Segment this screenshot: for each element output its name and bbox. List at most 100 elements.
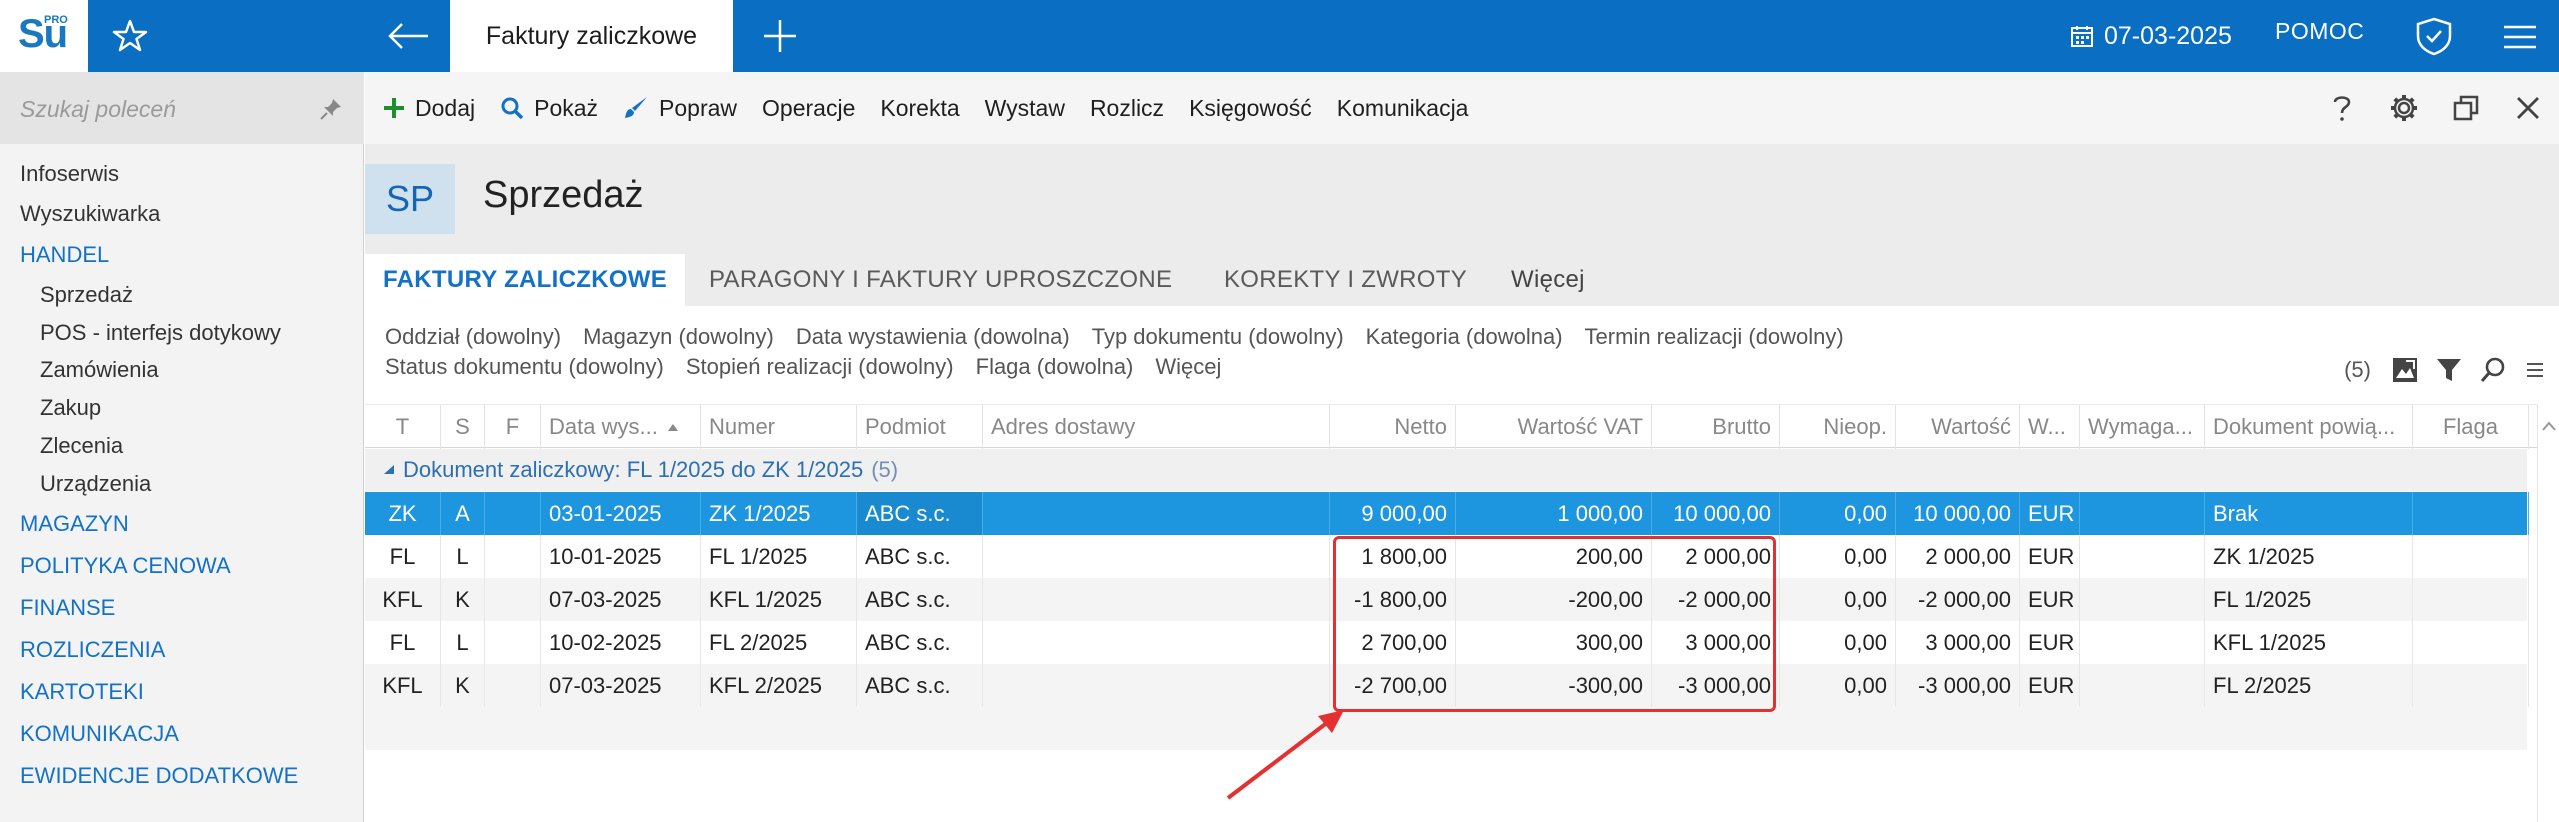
sidebar-item-komunikacja[interactable]: KOMUNIKACJA: [0, 713, 364, 755]
table-row[interactable]: KFL K 07-03-2025 KFL 2/2025 ABC s.c. -2 700,0…: [365, 664, 2529, 707]
issue-menu[interactable]: Wystaw: [985, 95, 1065, 122]
header-col-flag[interactable]: Flaga: [2413, 405, 2529, 449]
scroll-up-icon[interactable]: [2538, 404, 2559, 444]
filter-row1-4[interactable]: Kategoria (dowolna): [1366, 324, 1563, 350]
table-row[interactable]: FL L 10-02-2025 FL 2/2025 ABC s.c. 2 700,00 30…: [365, 621, 2529, 664]
header-col-s[interactable]: S: [441, 405, 485, 449]
col-currency-label: W...: [2028, 414, 2066, 439]
empty-row: [365, 750, 2527, 793]
filter-funnel-icon[interactable]: [2435, 356, 2463, 384]
group-label: Dokument zaliczkowy: FL 1/2025 do ZK 1/2…: [403, 457, 864, 482]
cell-vat: -200,00: [1456, 578, 1652, 621]
column-menu-icon[interactable]: [2523, 356, 2547, 384]
back-arrow-icon[interactable]: [380, 14, 440, 58]
header-col-number[interactable]: Numer: [701, 405, 857, 449]
close-icon[interactable]: [2497, 86, 2559, 130]
sidebar-item-polityka-cenowa[interactable]: POLITYKA CENOWA: [0, 545, 364, 587]
header-col-party[interactable]: Podmiot: [857, 405, 983, 449]
cell-number: KFL 1/2025: [701, 578, 857, 621]
settle-menu[interactable]: Rozlicz: [1090, 95, 1164, 122]
sidebar-item-kartoteki[interactable]: KARTOTEKI: [0, 671, 364, 713]
favorites-star-icon[interactable]: [100, 14, 160, 58]
pin-icon[interactable]: [318, 96, 344, 122]
sidebar-item-ewidencje-dodatkowe[interactable]: EWIDENCJE DODATKOWE: [0, 755, 364, 797]
tab-korekty[interactable]: KOREKTY I ZWROTY: [1224, 254, 1467, 306]
header-col-vat[interactable]: Wartość VAT: [1456, 405, 1652, 449]
communication-menu[interactable]: Komunikacja: [1337, 95, 1469, 122]
new-tab-plus-icon[interactable]: [750, 12, 810, 60]
cell-vat: 300,00: [1456, 621, 1652, 664]
show-button[interactable]: Pokaż: [500, 95, 598, 122]
filter-row1-5[interactable]: Termin realizacji (dowolny): [1585, 324, 1844, 350]
sidebar-item-zamówienia[interactable]: Zamówienia: [0, 352, 364, 390]
sidebar-item-urządzenia[interactable]: Urządzenia: [0, 465, 364, 503]
filter-row2-3[interactable]: Więcej: [1155, 354, 1221, 380]
sidebar-item-magazyn[interactable]: MAGAZYN: [0, 503, 364, 545]
shield-check-icon[interactable]: [2410, 14, 2458, 58]
sidebar-item-sprzedaż[interactable]: Sprzedaż: [0, 276, 364, 314]
sidebar-item-handel[interactable]: HANDEL: [0, 234, 364, 276]
date-display[interactable]: 07-03-2025: [2070, 16, 2232, 56]
app-logo[interactable]: Su PRO: [0, 0, 88, 72]
cell-party: ABC s.c.: [857, 664, 983, 707]
filter-row1-1[interactable]: Magazyn (dowolny): [583, 324, 774, 350]
tab-faktury-zaliczkowe[interactable]: Faktury zaliczkowe: [450, 0, 733, 72]
header-col-linked[interactable]: Dokument powią...: [2205, 405, 2413, 449]
filter-row1-0[interactable]: Oddział (dowolny): [385, 324, 561, 350]
tab-faktury-zaliczkowe-view[interactable]: FAKTURY ZALICZKOWE: [365, 254, 686, 306]
header-col-unpaid[interactable]: Nieop.: [1780, 405, 1896, 449]
header-col-value[interactable]: Wartość: [1896, 405, 2020, 449]
help-question-icon[interactable]: [2311, 86, 2373, 130]
sidebar-item-rozliczenia[interactable]: ROZLICZENIA: [0, 629, 364, 671]
table-row[interactable]: ZK A 03-01-2025 ZK 1/2025 ABC s.c. 9 000,00 1 …: [365, 492, 2529, 535]
filter-row2-0[interactable]: Status dokumentu (dowolny): [385, 354, 664, 380]
filter-row2-1[interactable]: Stopień realizacji (dowolny): [686, 354, 954, 380]
cell-unpaid: 0,00: [1780, 535, 1896, 578]
sidebar-item-zakup[interactable]: Zakup: [0, 389, 364, 427]
header-col-brutto[interactable]: Brutto: [1652, 405, 1780, 449]
sidebar-item-zlecenia[interactable]: Zlecenia: [0, 427, 364, 465]
header-col-netto[interactable]: Netto: [1330, 405, 1456, 449]
sidebar-item-infoserwis[interactable]: Infoserwis: [0, 154, 364, 194]
sidebar-item-finanse[interactable]: FINANSE: [0, 587, 364, 629]
correction-menu[interactable]: Korekta: [880, 95, 959, 122]
sidebar-item-wyszukiwarka[interactable]: Wyszukiwarka: [0, 194, 364, 234]
tab-more[interactable]: Więcej: [1511, 254, 1585, 306]
header-col-f[interactable]: F: [485, 405, 541, 449]
command-search-input[interactable]: [20, 92, 310, 126]
search-icon[interactable]: [2479, 356, 2507, 384]
table-row[interactable]: FL L 10-01-2025 FL 1/2025 ABC s.c. 1 800,00 20…: [365, 535, 2529, 578]
filter-row2-2[interactable]: Flaga (dowolna): [976, 354, 1134, 380]
header-col-currency[interactable]: W...: [2020, 405, 2080, 449]
add-button[interactable]: Dodaj: [383, 95, 475, 122]
filter-row1-3[interactable]: Typ dokumentu (dowolny): [1092, 324, 1344, 350]
cell-brutto: -3 000,00: [1652, 664, 1780, 707]
top-bar: Su PRO Faktury zaliczkowe 07-03-2025 POM…: [0, 0, 2559, 72]
hamburger-menu-icon[interactable]: [2494, 18, 2542, 56]
cell-linked: FL 2/2025: [2205, 664, 2413, 707]
settings-gear-icon[interactable]: [2373, 86, 2435, 130]
tab-paragony[interactable]: PARAGONY I FAKTURY UPROSZCZONE: [709, 254, 1172, 306]
group-row[interactable]: Dokument zaliczkowy: FL 1/2025 do ZK 1/2…: [365, 449, 2527, 491]
collapse-triangle-icon[interactable]: [381, 462, 397, 478]
header-col-t[interactable]: T: [365, 405, 441, 449]
header-col-required[interactable]: Wymaga...: [2080, 405, 2205, 449]
sort-ascending-icon[interactable]: [666, 420, 680, 434]
col-number-label: Numer: [709, 414, 776, 439]
header-col-address[interactable]: Adres dostawy: [983, 405, 1330, 449]
vertical-scrollbar[interactable]: [2537, 404, 2559, 822]
col-flag-label: Flaga: [2442, 414, 2499, 439]
filter-row1-2[interactable]: Data wystawienia (dowolna): [796, 324, 1070, 350]
cell-required: [2080, 535, 2205, 578]
restore-window-icon[interactable]: [2435, 86, 2497, 130]
operations-menu[interactable]: Operacje: [762, 95, 855, 122]
cell-netto: -1 800,00: [1330, 578, 1456, 621]
edit-button[interactable]: Popraw: [623, 95, 737, 122]
cell-party: ABC s.c.: [857, 578, 983, 621]
header-col-date[interactable]: Data wys...: [541, 405, 701, 449]
table-row[interactable]: KFL K 07-03-2025 KFL 1/2025 ABC s.c. -1 800,0…: [365, 578, 2529, 621]
help-link[interactable]: POMOC: [2275, 18, 2364, 45]
accounting-menu[interactable]: Księgowość: [1189, 95, 1312, 122]
export-image-icon[interactable]: [2391, 356, 2419, 384]
sidebar-item-pos-interfejs-dotykowy[interactable]: POS - interfejs dotykowy: [0, 314, 364, 352]
